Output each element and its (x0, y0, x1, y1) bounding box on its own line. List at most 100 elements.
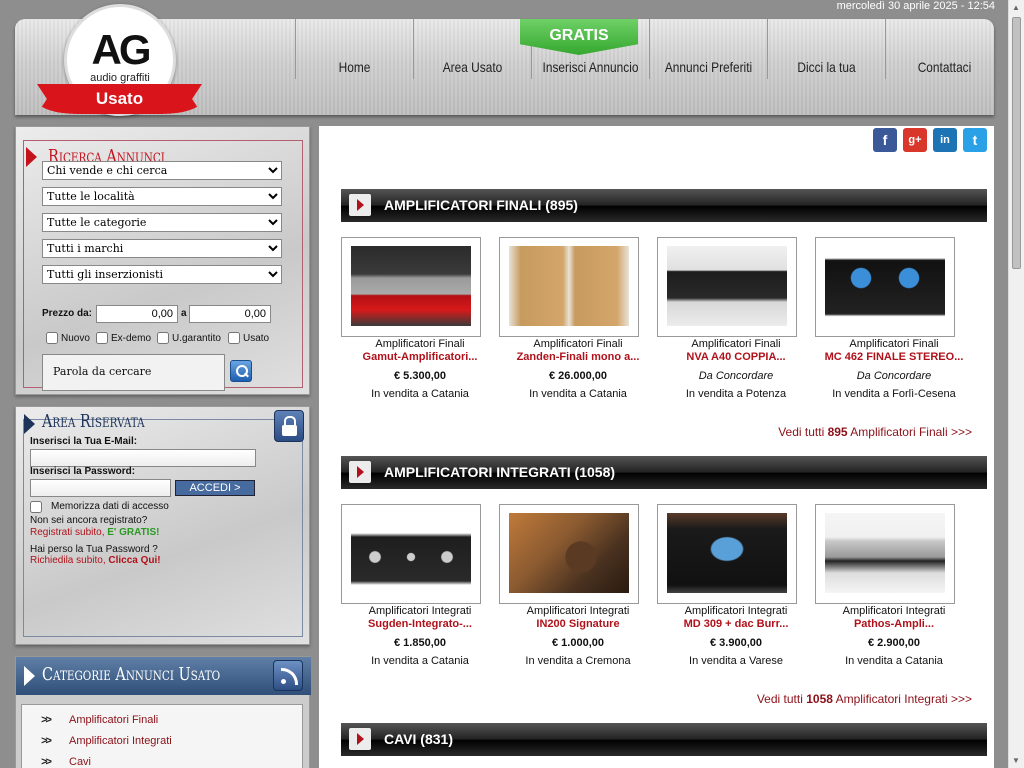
facebook-icon[interactable]: f (873, 128, 897, 152)
logo-ribbon: Usato (37, 84, 202, 114)
product-card[interactable]: Amplificatori Integrati IN200 Signature … (499, 504, 657, 667)
register-link[interactable]: Registrati subito, (30, 527, 107, 538)
product-card[interactable]: Amplificatori Finali Gamut-Amplificatori… (341, 237, 499, 400)
remember-me[interactable]: Memorizza dati di accesso (30, 501, 169, 513)
search-icon[interactable] (230, 360, 252, 382)
product-card[interactable]: Amplificatori Finali MC 462 FINALE STERE… (815, 237, 973, 400)
date-time: mercoledì 30 aprile 2025 - 12:54 (836, 0, 995, 12)
category-item[interactable]: >> Amplificatori Integrati (22, 730, 302, 751)
product-name[interactable]: Sugden-Integrato-... (341, 618, 499, 630)
sidebar: Ricerca Annunci Chi vende e chi cerca Tu… (15, 126, 311, 768)
product-name[interactable]: NVA A40 COPPIA... (657, 351, 815, 363)
register-free-link[interactable]: E' GRATIS! (107, 527, 159, 538)
checkbox[interactable] (46, 332, 58, 344)
nav-home[interactable]: Home (295, 19, 413, 79)
select-chi-vende[interactable]: Chi vende e chi cerca (42, 161, 282, 180)
product-price: € 5.300,00 (394, 370, 446, 382)
play-icon (349, 728, 371, 750)
category-label: Amplificatori Integrati (69, 734, 172, 747)
scroll-thumb[interactable] (1012, 17, 1021, 269)
twitter-icon[interactable]: t (963, 128, 987, 152)
product-condition: Da Concordare (856, 370, 932, 382)
product-name[interactable]: MC 462 FINALE STEREO... (815, 351, 973, 363)
scroll-down-icon[interactable]: ▼ (1012, 756, 1020, 765)
checkbox[interactable] (96, 332, 108, 344)
section-header[interactable]: CAVI (831) (341, 723, 987, 756)
keyword-input[interactable]: Parola da cercare (42, 354, 225, 391)
logo[interactable]: AG audio graffiti Usato (37, 4, 202, 122)
check-usato[interactable]: Usato (228, 332, 269, 344)
click-here-link[interactable]: Clicca Qui! (108, 555, 160, 566)
select-marchi[interactable]: Tutti i marchi (42, 239, 282, 258)
view-all-link[interactable]: Vedi tutti 1058 Amplificatori Integrati … (757, 692, 972, 706)
check-nuovo[interactable]: Nuovo (46, 332, 90, 344)
product-card[interactable]: Amplificatori Integrati Pathos-Ampli... … (815, 504, 973, 667)
rss-icon[interactable] (273, 660, 303, 691)
reserved-area-panel: Area Riservata Inserisci la Tua E-Mail: … (15, 406, 310, 645)
product-thumbnail[interactable] (657, 237, 797, 337)
product-location: In vendita a Catania (371, 655, 469, 667)
check-ex-demo[interactable]: Ex-demo (96, 332, 151, 344)
checkbox[interactable] (30, 501, 42, 513)
nav-label: Annunci Preferiti (664, 59, 753, 75)
check-u-garantito[interactable]: U.garantito (157, 332, 221, 344)
section-title: AMPLIFICATORI INTEGRATI (1058) (384, 464, 616, 480)
arrow-icon (24, 666, 35, 686)
product-location: In vendita a Catania (529, 388, 627, 400)
product-price: € 1.850,00 (394, 637, 446, 649)
view-all-link[interactable]: Vedi tutti 895 Amplificatori Finali >>> (778, 425, 972, 439)
scroll-up-icon[interactable]: ▲ (1012, 3, 1020, 12)
linkedin-icon[interactable]: in (933, 128, 957, 152)
product-thumbnail[interactable] (657, 504, 797, 604)
product-category: Amplificatori Integrati (368, 605, 472, 617)
product-name[interactable]: MD 309 + dac Burr... (657, 618, 815, 630)
scrollbar[interactable]: ▲ ▼ (1008, 0, 1024, 768)
product-image (825, 246, 945, 326)
view-all-prefix: Vedi tutti (778, 425, 828, 439)
section-title: AMPLIFICATORI FINALI (895) (384, 197, 578, 213)
product-card[interactable]: Amplificatori Integrati Sugden-Integrato… (341, 504, 499, 667)
category-item[interactable]: >> Cavi (22, 751, 302, 768)
prezzo-from-input[interactable] (96, 305, 178, 323)
product-name[interactable]: Gamut-Amplificatori... (341, 351, 499, 363)
product-card[interactable]: Amplificatori Integrati MD 309 + dac Bur… (657, 504, 815, 667)
product-thumbnail[interactable] (499, 237, 639, 337)
select-inserzionisti[interactable]: Tutti gli inserzionisti (42, 265, 282, 284)
checkbox[interactable] (228, 332, 240, 344)
nav-label: Home (338, 59, 371, 75)
product-thumbnail[interactable] (815, 504, 955, 604)
view-all-prefix: Vedi tutti (756, 692, 807, 706)
product-thumbnail[interactable] (341, 237, 481, 337)
select-categorie[interactable]: Tutte le categorie (42, 213, 282, 232)
request-line: Richiedila subito, Clicca Qui! (30, 555, 161, 567)
nav-label: Inserisci Annuncio (542, 59, 639, 75)
product-card[interactable]: Amplificatori Finali Zanden-Finali mono … (499, 237, 657, 400)
request-link[interactable]: Richiedila subito, (30, 555, 108, 566)
product-thumbnail[interactable] (815, 237, 955, 337)
check-label: U.garantito (172, 332, 221, 344)
nav-annunci-preferiti[interactable]: Annunci Preferiti (649, 19, 767, 79)
email-field[interactable] (30, 449, 256, 467)
product-name[interactable]: Pathos-Ampli... (815, 618, 973, 630)
category-label: Amplificatori Finali (69, 713, 159, 726)
nav-dicci-la-tua[interactable]: Dicci la tua (767, 19, 885, 79)
product-name[interactable]: IN200 Signature (499, 618, 657, 630)
product-thumbnail[interactable] (341, 504, 481, 604)
prezzo-to-input[interactable] (189, 305, 271, 323)
password-field[interactable] (30, 479, 171, 497)
categories-panel: Categorie Annunci Usato >> Amplificatori … (15, 656, 311, 768)
google-plus-icon[interactable]: g+ (903, 128, 927, 152)
header: AG audio graffiti Usato GRATIS Home Area… (15, 4, 994, 116)
category-item[interactable]: >> Amplificatori Finali (22, 709, 302, 730)
checkbox[interactable] (157, 332, 169, 344)
section-header[interactable]: AMPLIFICATORI INTEGRATI (1058) (341, 456, 987, 489)
section-header[interactable]: AMPLIFICATORI FINALI (895) (341, 189, 987, 222)
product-name[interactable]: Zanden-Finali mono a... (499, 351, 657, 363)
main-nav: GRATIS Home Area Usato Inserisci Annunci… (295, 19, 1003, 79)
nav-area-usato[interactable]: Area Usato (413, 19, 531, 79)
select-localita[interactable]: Tutte le località (42, 187, 282, 206)
product-thumbnail[interactable] (499, 504, 639, 604)
product-card[interactable]: Amplificatori Finali NVA A40 COPPIA... D… (657, 237, 815, 400)
nav-contattaci[interactable]: Contattaci (885, 19, 1003, 79)
accedi-button[interactable]: ACCEDI > (175, 480, 255, 496)
